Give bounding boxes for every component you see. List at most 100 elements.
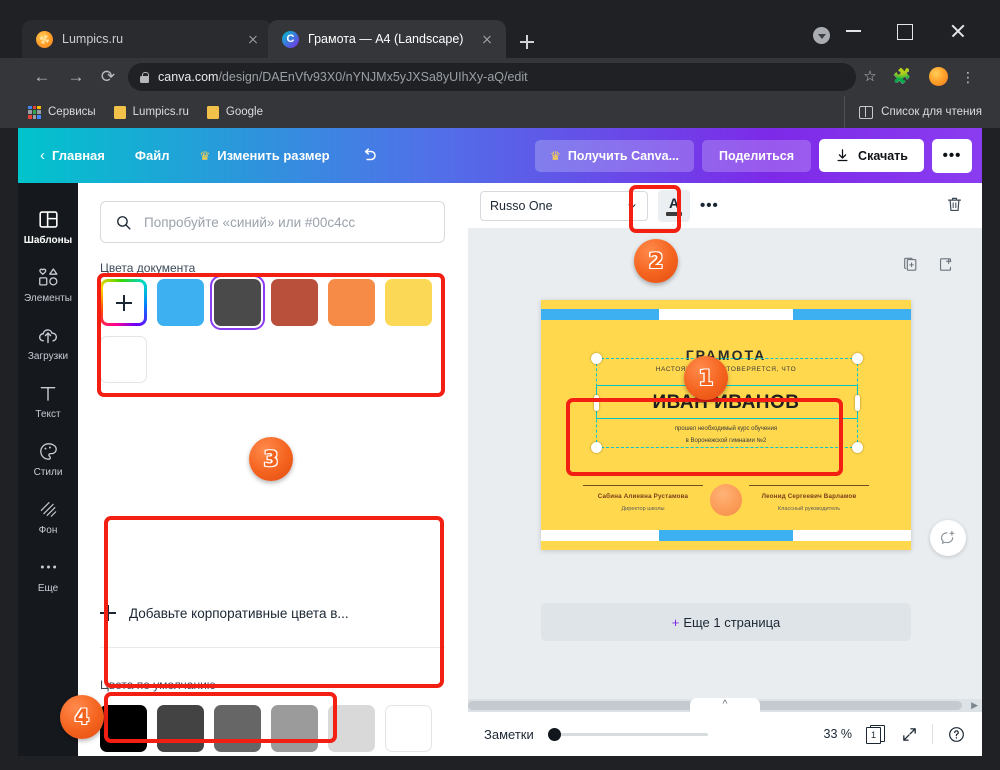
sidebar-item-styles[interactable]: Стили	[18, 429, 78, 487]
text-width-handle[interactable]	[855, 395, 860, 411]
doc-color-orange[interactable]	[328, 279, 375, 326]
top-white-bar	[659, 309, 793, 320]
default-color-swatch[interactable]	[100, 705, 147, 752]
default-color-swatch[interactable]	[328, 705, 375, 752]
text-color-button[interactable]: A	[658, 189, 690, 222]
signature-name: Сабина Алиевна Рустамова	[597, 493, 689, 501]
new-tab-button[interactable]	[514, 29, 540, 55]
chrome-menu-icon[interactable]: ⋮	[956, 65, 980, 89]
bookmark-services[interactable]: Сервисы	[28, 105, 96, 119]
color-search-input[interactable]: Попробуйте «синий» или #00c4cc	[100, 201, 445, 243]
sidebar-item-text[interactable]: Текст	[18, 371, 78, 429]
add-color-button[interactable]	[100, 279, 147, 326]
resize-handle[interactable]	[591, 442, 602, 453]
selected-text-frame[interactable]	[594, 385, 860, 419]
download-icon	[837, 149, 848, 162]
browser-tab-lumpics[interactable]: Lumpics.ru	[22, 20, 272, 58]
resize-label: Изменить размер	[217, 148, 330, 163]
canva-app: ‹ Главная Файл ♛ Изменить размер ♛ Получ…	[18, 128, 982, 756]
default-color-swatch[interactable]	[214, 705, 261, 752]
extensions-puzzle-icon[interactable]: 🧩	[890, 65, 914, 89]
text-color-A-icon: A	[668, 194, 680, 211]
page-manager-icon[interactable]: 1	[866, 724, 887, 744]
avatar[interactable]	[929, 67, 948, 86]
sidebar-item-templates[interactable]: Шаблоны	[18, 197, 78, 255]
get-canva-pro-button[interactable]: ♛ Получить Canva...	[535, 139, 695, 172]
page-tools	[902, 256, 954, 273]
bookmark-label: Сервисы	[48, 106, 96, 118]
upload-cloud-icon	[37, 324, 59, 346]
reading-list-button[interactable]: Список для чтения	[844, 96, 982, 128]
sidebar-item-label: Стили	[33, 467, 63, 478]
sidebar-item-elements[interactable]: Элементы	[18, 255, 78, 313]
share-button[interactable]: Поделиться	[702, 139, 812, 172]
bookmark-google[interactable]: Google	[206, 105, 263, 119]
bottom-stripe	[659, 530, 793, 541]
resize-handle[interactable]	[852, 353, 863, 364]
close-icon[interactable]	[478, 30, 496, 48]
annotation-badge-2: 2	[634, 239, 678, 283]
lock-icon	[140, 71, 149, 83]
collapse-notes-toggle[interactable]: ^	[690, 698, 760, 712]
home-button[interactable]: ‹ Главная	[26, 139, 119, 172]
tab-title: Lumpics.ru	[62, 32, 124, 46]
doc-color-white[interactable]	[100, 336, 147, 383]
default-color-swatch[interactable]	[157, 705, 204, 752]
delete-button[interactable]	[945, 195, 964, 219]
forward-icon[interactable]: →	[64, 65, 88, 89]
doc-color-dark-gray[interactable]	[210, 275, 265, 330]
doc-color-brick-red[interactable]	[271, 279, 318, 326]
canva-header: ‹ Главная Файл ♛ Изменить размер ♛ Получ…	[18, 128, 982, 183]
close-window-button[interactable]	[936, 16, 980, 44]
add-page-button[interactable]: + Еще 1 страница	[541, 603, 911, 641]
styles-palette-icon	[38, 440, 59, 462]
sidebar-item-more[interactable]: Еще	[18, 545, 78, 603]
font-family-select[interactable]: Russo One	[480, 190, 648, 221]
close-icon[interactable]	[244, 30, 262, 48]
browser-tab-canva[interactable]: C Грамота — A4 (Landscape)	[268, 20, 506, 58]
chevron-left-icon: ‹	[40, 147, 45, 164]
bookmark-star-icon[interactable]: ☆	[858, 65, 882, 89]
undo-button[interactable]	[346, 138, 393, 173]
back-icon[interactable]: ←	[30, 65, 54, 89]
badge-number: 1	[698, 366, 714, 390]
background-hatch-icon	[38, 498, 59, 520]
file-menu-button[interactable]: Файл	[121, 140, 184, 171]
file-label: Файл	[134, 148, 170, 163]
expand-icon[interactable]	[901, 726, 918, 743]
minimize-button[interactable]	[832, 16, 876, 44]
annotation-badge-4: 4	[60, 695, 104, 739]
bookmark-lumpics[interactable]: Lumpics.ru	[113, 105, 189, 119]
add-comment-button[interactable]	[930, 520, 966, 556]
profile-chip-icon[interactable]	[813, 27, 830, 44]
resize-handle[interactable]	[852, 442, 863, 453]
add-page-icon[interactable]	[937, 256, 954, 273]
zoom-slider[interactable]	[547, 726, 708, 742]
maximize-button[interactable]	[882, 16, 926, 44]
zoom-slider-knob[interactable]	[547, 727, 561, 741]
bottom-left-white-bar	[541, 530, 659, 541]
default-color-swatch[interactable]	[385, 705, 432, 752]
crown-icon: ♛	[199, 148, 211, 163]
sidebar-item-uploads[interactable]: Загрузки	[18, 313, 78, 371]
default-color-swatch[interactable]	[271, 705, 318, 752]
doc-color-sky-blue[interactable]	[157, 279, 204, 326]
add-brand-colors-button[interactable]: Добавьте корпоративные цвета в...	[100, 605, 349, 621]
doc-color-yellow[interactable]	[385, 279, 432, 326]
certificate-page[interactable]: ГРАМОТА НАСТОЯЩИМ УДОСТОВЕРЯЕТСЯ, ЧТО ИВ…	[541, 300, 911, 550]
help-question-icon[interactable]	[947, 725, 966, 744]
scroll-right-arrow-icon[interactable]: ▶	[971, 700, 978, 711]
sidebar-item-label: Текст	[35, 409, 61, 420]
address-bar[interactable]: canva.com/design/DAEnVfv93X0/nYNJMx5yJXS…	[128, 63, 856, 91]
download-button[interactable]: Скачать	[819, 139, 924, 172]
canva-icon: C	[282, 30, 299, 48]
sidebar-item-background[interactable]: Фон	[18, 487, 78, 545]
resize-handle[interactable]	[591, 353, 602, 364]
duplicate-page-icon[interactable]	[902, 256, 919, 273]
header-more-button[interactable]: •••	[932, 138, 972, 173]
text-width-handle[interactable]	[594, 395, 599, 411]
window-controls	[800, 0, 1000, 58]
resize-button[interactable]: ♛ Изменить размер	[185, 140, 343, 171]
reload-icon[interactable]: ⟳	[96, 65, 120, 89]
notes-button[interactable]: Заметки	[484, 727, 534, 742]
